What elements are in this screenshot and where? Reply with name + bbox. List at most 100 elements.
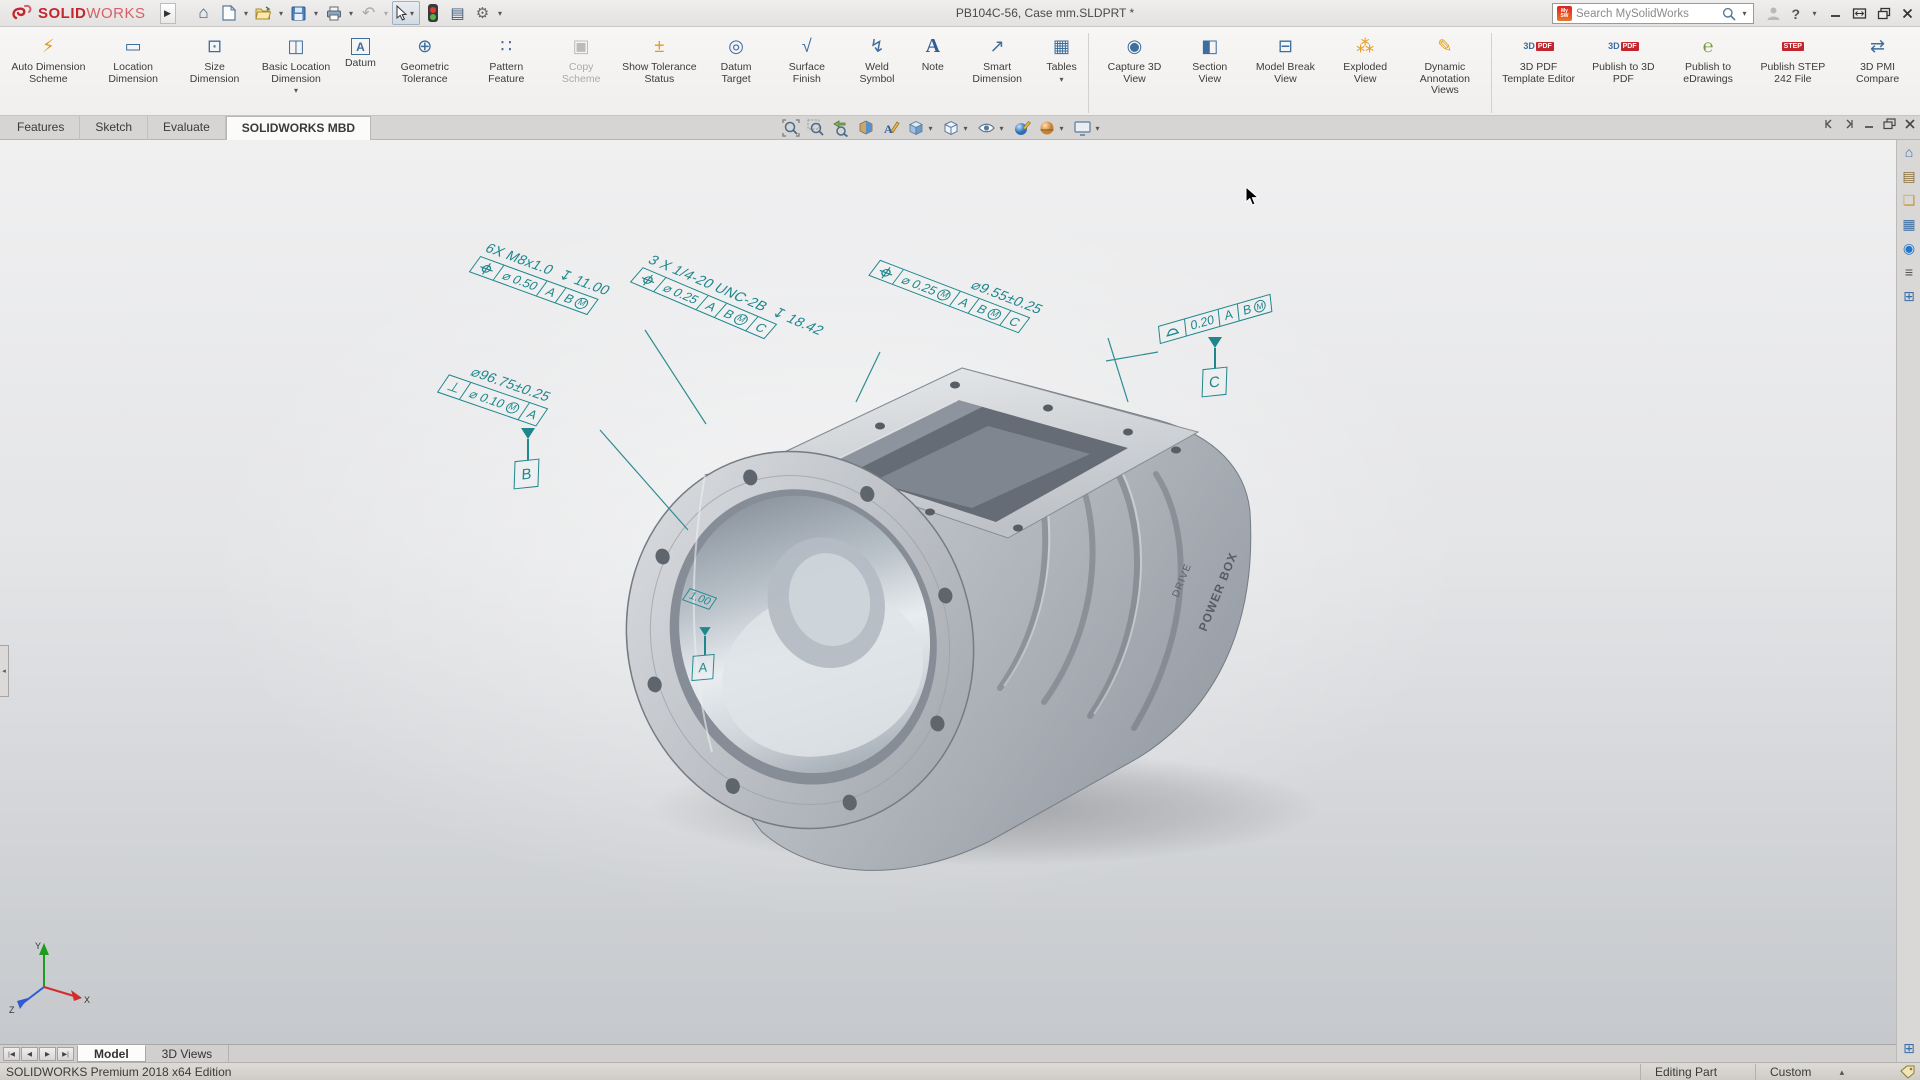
tab-solidworks-mbd[interactable]: SOLIDWORKS MBD	[226, 116, 371, 140]
zoom-to-fit-button[interactable]	[780, 118, 802, 138]
chevron-down-icon[interactable]: ▾	[382, 9, 391, 18]
edit-appearance-button[interactable]	[1011, 118, 1033, 138]
ribbon-button-model-break-view[interactable]: ⊟Model Break View	[1243, 31, 1328, 115]
ribbon-button-publish-to-edrawings[interactable]: ℮Publish to eDrawings	[1666, 31, 1751, 115]
menu-flyout-arrow[interactable]: ▶	[160, 3, 176, 24]
display-style-button[interactable]: ▾	[940, 118, 972, 138]
ribbon-button-dynamic-annotation-views[interactable]: ✎Dynamic Annotation Views	[1403, 31, 1488, 115]
expand-task-pane-icon[interactable]: ⊞	[1897, 1036, 1920, 1060]
settings-button[interactable]: ⚙	[471, 2, 495, 24]
solidworks-resources-icon[interactable]: ⌂	[1897, 140, 1920, 164]
chevron-down-icon[interactable]: ▾	[1740, 9, 1749, 18]
unit-system-selector[interactable]: Custom ▴	[1770, 1065, 1846, 1079]
span-displays-button[interactable]	[1852, 7, 1867, 20]
open-button[interactable]	[252, 2, 276, 24]
next-tab-button[interactable]: ▶	[39, 1047, 56, 1061]
apply-scene-button[interactable]: ▾	[1036, 118, 1068, 138]
chevron-down-icon[interactable]: ▾	[1093, 124, 1102, 133]
minimize-button[interactable]	[1829, 7, 1842, 20]
close-button[interactable]	[1901, 7, 1914, 20]
ribbon-button-geometric-tolerance[interactable]: ⊕Geometric Tolerance	[382, 31, 467, 115]
chevron-down-icon[interactable]: ▾	[1057, 124, 1066, 133]
view-orientation-button[interactable]: ▾	[905, 118, 937, 138]
dynamic-annotation-views-button[interactable]: A	[880, 118, 902, 138]
last-tab-button[interactable]: ▶|	[57, 1047, 74, 1061]
datum-feature-b[interactable]: B	[514, 459, 540, 490]
chevron-up-icon[interactable]: ▴	[1837, 1067, 1846, 1078]
tab-model[interactable]: Model	[77, 1045, 146, 1062]
ribbon-button-smart-dimension[interactable]: ↗Smart Dimension	[955, 31, 1040, 115]
ribbon-button-size-dimension[interactable]: ⊡Size Dimension	[176, 31, 254, 115]
chevron-down-icon[interactable]: ▾	[294, 86, 298, 95]
next-document-icon[interactable]	[1843, 118, 1855, 130]
ribbon-button-section-view[interactable]: ◧Section View	[1176, 31, 1243, 115]
search-box[interactable]: My SW Search MySolidWorks ▾	[1552, 3, 1754, 24]
chevron-down-icon[interactable]: ▾	[961, 124, 970, 133]
view-palette-icon[interactable]: ▦	[1897, 212, 1920, 236]
search-icon[interactable]	[1722, 7, 1736, 21]
graphics-viewport[interactable]: DRIVE POWER BOX 6X M8x1.0 ↧ 11.00 ⌀ 0.50…	[0, 140, 1896, 1044]
rebuild-button[interactable]	[421, 2, 445, 24]
section-view-button[interactable]	[855, 118, 877, 138]
print-button[interactable]	[322, 2, 346, 24]
chevron-down-icon[interactable]: ▾	[408, 9, 417, 18]
chevron-down-icon[interactable]: ▾	[347, 9, 356, 18]
ribbon-button-auto-dimension-scheme[interactable]: ⚡Auto Dimension Scheme	[6, 31, 91, 115]
chevron-down-icon[interactable]: ▾	[277, 9, 286, 18]
restore-window-button[interactable]	[1877, 7, 1891, 20]
appearances-scenes-icon[interactable]: ◉	[1897, 236, 1920, 260]
datum-feature-a[interactable]: A	[691, 654, 714, 681]
tab-sketch[interactable]: Sketch	[80, 116, 148, 140]
previous-view-button[interactable]	[830, 118, 852, 138]
ribbon-button-publish-to-3d-pdf[interactable]: 3DPDFPublish to 3D PDF	[1581, 31, 1666, 115]
new-document-button[interactable]	[217, 2, 241, 24]
ribbon-button-show-tolerance-status[interactable]: ±Show Tolerance Status	[617, 31, 702, 115]
ribbon-button-3d-pdf-template-editor[interactable]: 3DPDF3D PDF Template Editor	[1496, 31, 1581, 115]
zoom-to-area-button[interactable]	[805, 118, 827, 138]
ribbon-button-note[interactable]: ANote	[911, 31, 955, 115]
ribbon-button-location-dimension[interactable]: ▭Location Dimension	[91, 31, 176, 115]
ribbon-button-tables[interactable]: ▦Tables▾	[1040, 31, 1084, 115]
view-settings-button[interactable]: ▾	[1071, 119, 1104, 138]
minimize-document-icon[interactable]	[1863, 118, 1875, 130]
options-list-button[interactable]: ▤	[446, 2, 470, 24]
ribbon-button-datum[interactable]: ADatum	[338, 31, 382, 115]
previous-document-icon[interactable]	[1823, 118, 1835, 130]
close-document-icon[interactable]	[1904, 118, 1916, 130]
file-explorer-icon[interactable]: ❏	[1897, 188, 1920, 212]
ribbon-button-surface-finish[interactable]: √Surface Finish	[770, 31, 843, 115]
search-input[interactable]: Search MySolidWorks	[1576, 8, 1718, 20]
design-library-icon[interactable]: ▤	[1897, 164, 1920, 188]
forum-icon[interactable]: ⊞	[1897, 284, 1920, 308]
chevron-down-icon[interactable]: ▾	[997, 124, 1006, 133]
datum-feature-c[interactable]: C	[1202, 367, 1228, 398]
save-button[interactable]	[287, 2, 311, 24]
first-tab-button[interactable]: |◀	[3, 1047, 20, 1061]
tab-evaluate[interactable]: Evaluate	[148, 116, 226, 140]
select-tool-button[interactable]: ▾	[392, 1, 420, 25]
help-button[interactable]: ?	[1791, 6, 1800, 22]
ribbon-button-3d-pmi-compare[interactable]: ⇄3D PMI Compare	[1835, 31, 1920, 115]
login-user-icon[interactable]	[1766, 6, 1781, 21]
home-button[interactable]: ⌂	[192, 2, 216, 24]
chevron-down-icon[interactable]: ▾	[312, 9, 321, 18]
ribbon-button-basic-location-dimension[interactable]: ◫Basic Location Dimension▾	[254, 31, 339, 115]
ribbon-button-datum-target[interactable]: ◎Datum Target	[702, 31, 771, 115]
ribbon-button-capture-3d-view[interactable]: ◉Capture 3D View	[1092, 31, 1176, 115]
restore-document-icon[interactable]	[1883, 118, 1896, 130]
chevron-down-icon[interactable]: ▾	[242, 9, 251, 18]
tab-features[interactable]: Features	[2, 116, 80, 140]
feature-tree-collapsed-tab[interactable]: ◂	[0, 645, 9, 697]
tag-icon[interactable]	[1900, 1065, 1916, 1079]
undo-button[interactable]: ↶	[357, 2, 381, 24]
ribbon-button-weld-symbol[interactable]: ↯Weld Symbol	[843, 31, 911, 115]
chevron-down-icon[interactable]: ▾	[496, 9, 505, 18]
chevron-down-icon[interactable]: ▾	[1810, 9, 1819, 18]
ribbon-button-pattern-feature[interactable]: ∷Pattern Feature	[467, 31, 545, 115]
hide-show-items-button[interactable]: ▾	[975, 118, 1008, 138]
ribbon-button-exploded-view[interactable]: ⁂Exploded View	[1328, 31, 1403, 115]
chevron-down-icon[interactable]: ▾	[1060, 75, 1064, 84]
chevron-down-icon[interactable]: ▾	[926, 124, 935, 133]
tab-3d-views[interactable]: 3D Views	[146, 1045, 229, 1062]
previous-tab-button[interactable]: ◀	[21, 1047, 38, 1061]
